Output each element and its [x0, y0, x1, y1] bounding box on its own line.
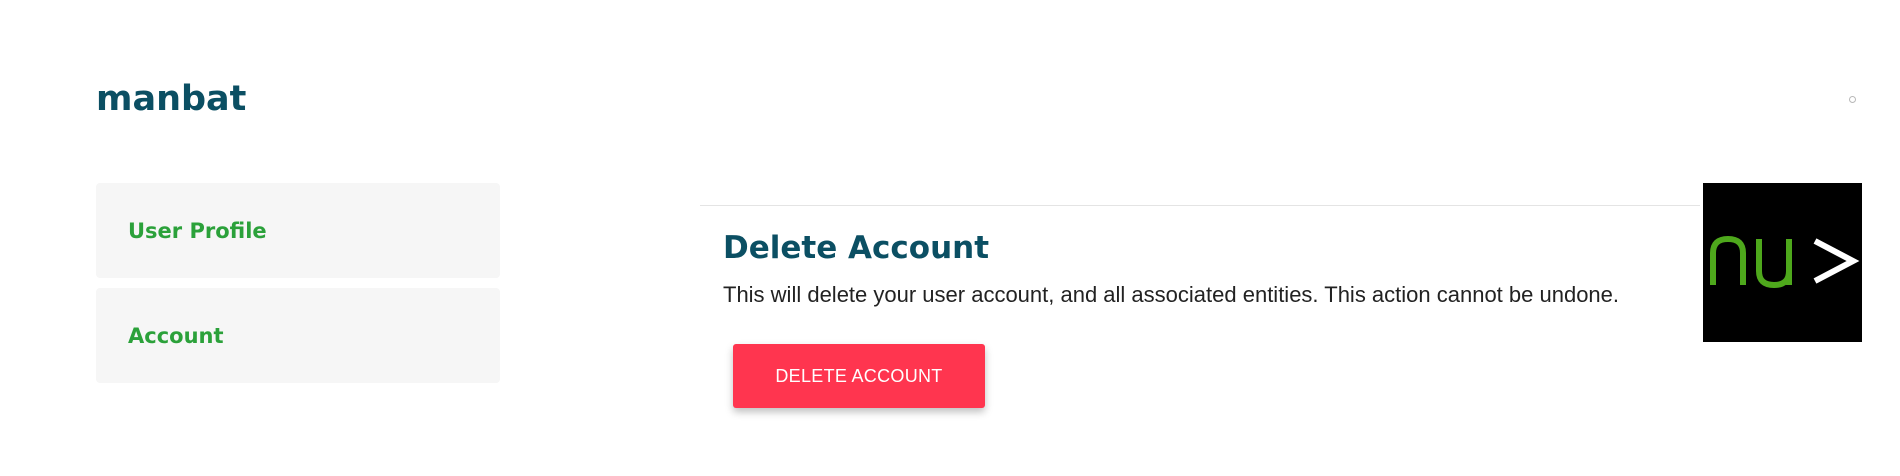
sidebar-item-account[interactable]: Account	[96, 288, 500, 383]
username-title: manbat	[96, 79, 247, 119]
nu-prompt-logo-icon	[1710, 235, 1860, 289]
delete-account-button[interactable]: DELETE ACCOUNT	[733, 344, 985, 408]
sidebar-item-label: Account	[128, 323, 224, 348]
sidebar-item-user-profile[interactable]: User Profile	[96, 183, 500, 278]
info-circle-icon[interactable]	[1849, 96, 1856, 103]
section-divider	[700, 205, 1700, 206]
section-description: This will delete your user account, and …	[723, 282, 1620, 307]
section-title: Delete Account	[723, 230, 990, 266]
sidebar-item-label: User Profile	[128, 218, 267, 243]
nu-logo	[1703, 183, 1862, 342]
settings-page: manbat User Profile Account Delete Accou…	[0, 0, 1900, 476]
